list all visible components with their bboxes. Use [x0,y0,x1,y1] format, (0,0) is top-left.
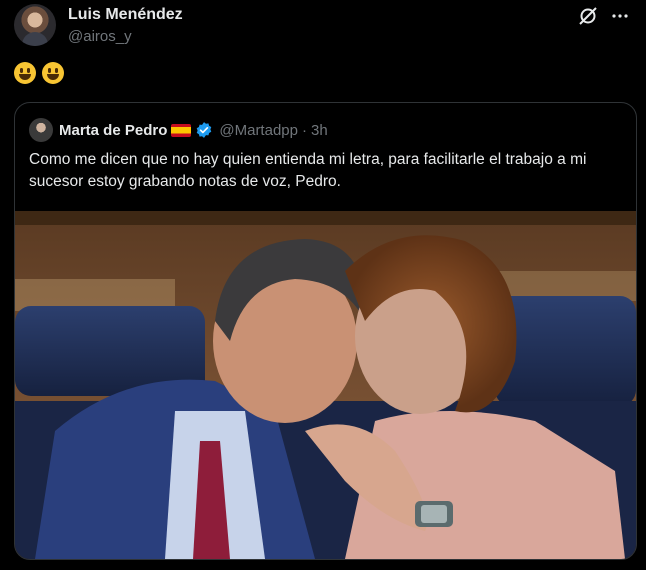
grok-icon[interactable] [578,6,598,26]
verified-icon [197,122,212,138]
quoted-author-name[interactable]: Marta de Pedro [59,122,167,139]
quoted-tweet-text: Como me dicen que no hay quien entienda … [29,151,587,190]
separator: · [301,121,307,139]
tweet-text: 😃😃 [14,62,66,88]
quoted-avatar[interactable] [29,118,53,142]
tweet-header: Luis Menéndez @airos_y [14,4,634,50]
timestamp[interactable]: 3h [311,122,328,139]
spain-flag-icon [171,123,192,137]
author-name[interactable]: Luis Menéndez [68,6,183,24]
quoted-tweet-header: Marta de Pedro @Martadpp · 3h [29,118,328,142]
quoted-author-handle[interactable]: @Martadpp [219,122,298,139]
grinning-emoji-icon [42,62,65,84]
avatar[interactable] [14,4,56,46]
quoted-tweet[interactable]: Marta de Pedro @Martadpp · 3h Como me di… [14,102,637,560]
more-icon[interactable] [610,6,630,26]
tweet-photo[interactable] [15,211,636,559]
author-handle[interactable]: @airos_y [68,28,132,45]
grinning-emoji-icon [14,62,36,84]
